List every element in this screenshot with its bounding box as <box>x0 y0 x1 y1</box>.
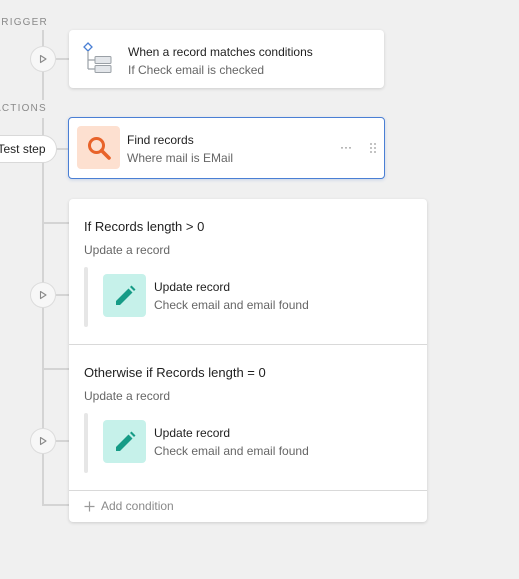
find-records-card[interactable]: Find records Where mail is EMail ··· <box>68 117 385 179</box>
branch-otherwise-if[interactable]: Otherwise if Records length = 0 Update a… <box>69 345 427 490</box>
more-options-icon[interactable]: ··· <box>340 140 352 154</box>
drag-handle-icon[interactable] <box>369 142 377 154</box>
branch-condition: Otherwise if Records length = 0 <box>84 365 266 380</box>
connector-h-end <box>42 504 70 506</box>
connector-h-branch1 <box>56 294 70 296</box>
find-records-icon-box <box>77 126 120 169</box>
update-record-icon-box[interactable] <box>103 274 146 317</box>
trigger-card[interactable]: When a record matches conditions If Chec… <box>69 30 384 88</box>
branch-indent-bar <box>84 267 88 327</box>
update-record-icon-box[interactable] <box>103 420 146 463</box>
flow-tree-icon <box>83 42 112 73</box>
run-branch1-button[interactable] <box>30 282 56 308</box>
run-branch2-button[interactable] <box>30 428 56 454</box>
branch-description: Update a record <box>84 389 171 403</box>
trigger-subtitle: If Check email is checked <box>128 63 265 77</box>
branch-condition: If Records length > 0 <box>84 219 205 234</box>
pencil-icon <box>115 431 135 451</box>
connector-h-branch1-top <box>42 222 70 224</box>
add-condition-label: Add condition <box>101 499 174 513</box>
search-icon <box>87 136 111 160</box>
run-trigger-button[interactable] <box>30 46 56 72</box>
update-record-subtitle: Check email and email found <box>154 444 309 458</box>
connector-h-trigger <box>56 58 70 60</box>
play-icon <box>39 290 47 300</box>
find-records-subtitle: Where mail is EMail <box>127 151 234 165</box>
play-icon <box>39 54 47 64</box>
plus-icon <box>84 501 95 511</box>
conditions-card: If Records length > 0 Update a record Up… <box>69 199 427 522</box>
update-record-title: Update record <box>154 426 231 440</box>
pencil-icon <box>115 285 135 305</box>
play-icon <box>39 436 47 446</box>
branch-if[interactable]: If Records length > 0 Update a record Up… <box>69 199 427 344</box>
find-records-title: Find records <box>127 133 194 147</box>
connector-h-branch2-top <box>42 368 70 370</box>
add-condition-divider <box>69 490 427 491</box>
trigger-section-label: TRIGGER <box>0 17 48 28</box>
branch-indent-bar <box>84 413 88 473</box>
actions-section-label: ACTIONS <box>0 103 47 114</box>
trigger-title: When a record matches conditions <box>128 45 313 59</box>
update-record-title: Update record <box>154 280 231 294</box>
test-step-button[interactable]: Test step <box>0 135 57 163</box>
add-condition-button[interactable]: Add condition <box>84 499 174 513</box>
branch-description: Update a record <box>84 243 171 257</box>
update-record-subtitle: Check email and email found <box>154 298 309 312</box>
connector-h-branch2 <box>56 440 70 442</box>
